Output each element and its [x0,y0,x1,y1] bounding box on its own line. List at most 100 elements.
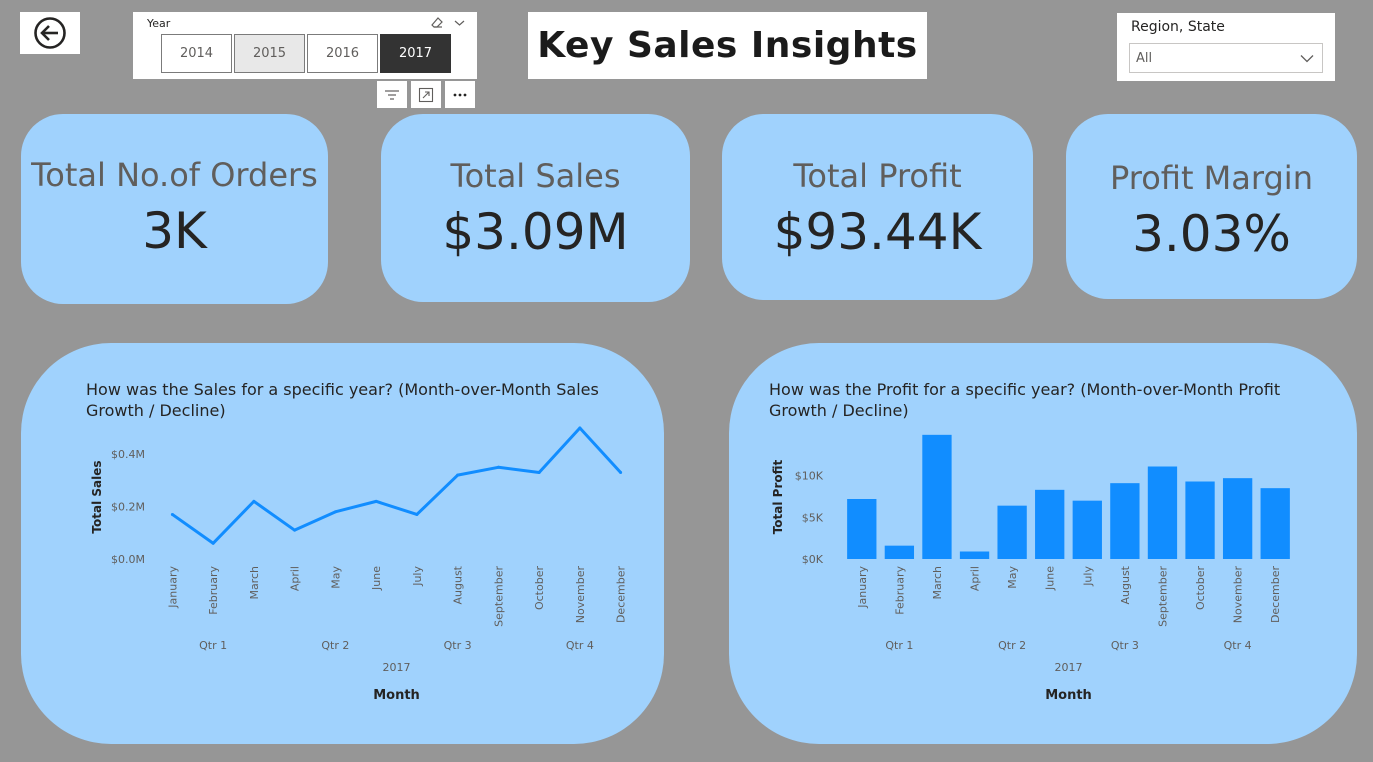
title-box: Key Sales Insights [528,12,927,79]
focus-mode-icon [418,87,434,102]
kpi-label: Total No.of Orders [31,156,318,194]
kpi-value: $93.44K [773,203,982,261]
year-slicer: Year 2014 2015 2016 2017 [133,12,477,79]
back-arrow-icon [34,17,66,49]
kpi-card-margin: Profit Margin 3.03% [1066,114,1357,299]
sales-series-line [171,426,622,545]
x-tick-label: September [492,566,505,627]
data-point-september [496,465,500,469]
quarter-label: Qtr 3 [1111,639,1139,652]
quarter-label: Qtr 1 [199,639,227,652]
kpi-value: 3.03% [1132,205,1291,263]
filter-button[interactable] [377,81,407,108]
x-tick-label: December [615,566,628,624]
kpi-label: Total Sales [450,157,621,195]
year-option-2015[interactable]: 2015 [234,34,305,73]
kpi-value: $3.09M [442,203,629,261]
kpi-card-orders: Total No.of Orders 3K [21,114,328,304]
bar-december [1260,488,1290,559]
x-tick-label: January [166,566,179,609]
bar-august [1110,483,1140,559]
ellipsis-icon [453,93,467,96]
year-axis-label: 2017 [1055,661,1083,674]
y-tick-label: $10K [795,470,824,483]
x-tick-label: November [1232,566,1245,624]
year-option-2014[interactable]: 2014 [161,34,232,73]
data-point-may [333,510,337,514]
quarter-label: Qtr 3 [444,639,472,652]
chevron-down-icon [1300,54,1314,62]
sales-chart-card: How was the Sales for a specific year? (… [21,343,664,744]
y-axis-label: Total Profit [771,459,785,534]
y-tick-label: $5K [802,511,824,524]
x-tick-label: July [411,566,424,587]
quarter-label: Qtr 1 [885,639,913,652]
data-point-august [456,473,460,477]
x-tick-label: October [533,566,546,610]
y-tick-label: $0K [802,553,824,566]
x-tick-label: March [931,566,944,600]
x-tick-label: December [1269,566,1282,624]
bar-october [1185,481,1215,559]
bar-april [959,551,990,559]
bar-september [1147,466,1178,559]
data-point-june [374,499,378,503]
focus-mode-button[interactable] [411,81,441,108]
x-axis-label: Month [1045,688,1092,703]
profit-chart-card: How was the Profit for a specific year? … [729,343,1357,744]
x-tick-label: February [207,566,220,615]
quarter-label: Qtr 2 [321,639,349,652]
data-point-december [619,471,623,475]
data-point-february [211,541,215,545]
more-options-button[interactable] [445,81,475,108]
x-tick-label: January [856,566,869,609]
back-button[interactable] [20,12,80,54]
data-point-november [578,426,582,430]
quarter-label: Qtr 4 [1224,639,1252,652]
kpi-value: 3K [142,202,207,260]
kpi-label: Total Profit [793,157,962,195]
bar-february [884,545,915,559]
kpi-card-profit: Total Profit $93.44K [722,114,1033,300]
y-tick-label: $0.2M [111,501,145,514]
x-tick-label: September [1156,566,1169,627]
page-title: Key Sales Insights [537,25,918,66]
region-dropdown[interactable]: All [1129,43,1323,73]
x-tick-label: June [370,566,383,591]
bar-june [1035,489,1065,559]
x-tick-label: July [1081,566,1094,587]
x-tick-label: June [1044,566,1057,591]
quarter-label: Qtr 4 [566,639,594,652]
y-tick-label: $0.4M [111,448,145,461]
x-tick-label: February [893,566,906,615]
x-tick-label: April [969,566,982,591]
data-point-march [252,499,256,503]
data-point-april [293,528,297,532]
x-tick-label: August [452,565,465,604]
x-tick-label: May [1006,566,1019,589]
y-axis-label: Total Sales [90,460,104,533]
data-point-july [415,512,419,516]
chevron-down-icon[interactable] [454,19,465,27]
x-tick-label: August [1119,565,1132,604]
x-axis-label: Month [373,688,420,703]
visual-header [377,81,475,108]
x-tick-label: April [289,566,302,591]
year-option-2016[interactable]: 2016 [307,34,378,73]
profit-bar-chart: $0K $5K $10K Total Profit January February Mar… [771,434,1290,703]
region-slicer-label: Region, State [1131,19,1225,35]
y-tick-label: $0.0M [111,553,145,566]
kpi-label: Profit Margin [1110,159,1313,197]
data-point-october [537,471,541,475]
bar-july [1072,500,1102,559]
year-button-group: 2014 2015 2016 2017 [161,34,451,73]
bar-march [922,434,952,559]
year-option-2017[interactable]: 2017 [380,34,451,73]
filter-icon [385,89,399,100]
year-slicer-label: Year [147,17,171,30]
kpi-card-sales: Total Sales $3.09M [381,114,690,302]
year-axis-label: 2017 [383,661,411,674]
x-tick-label: May [329,566,342,589]
region-dropdown-value: All [1136,50,1153,66]
eraser-icon[interactable] [430,16,444,29]
